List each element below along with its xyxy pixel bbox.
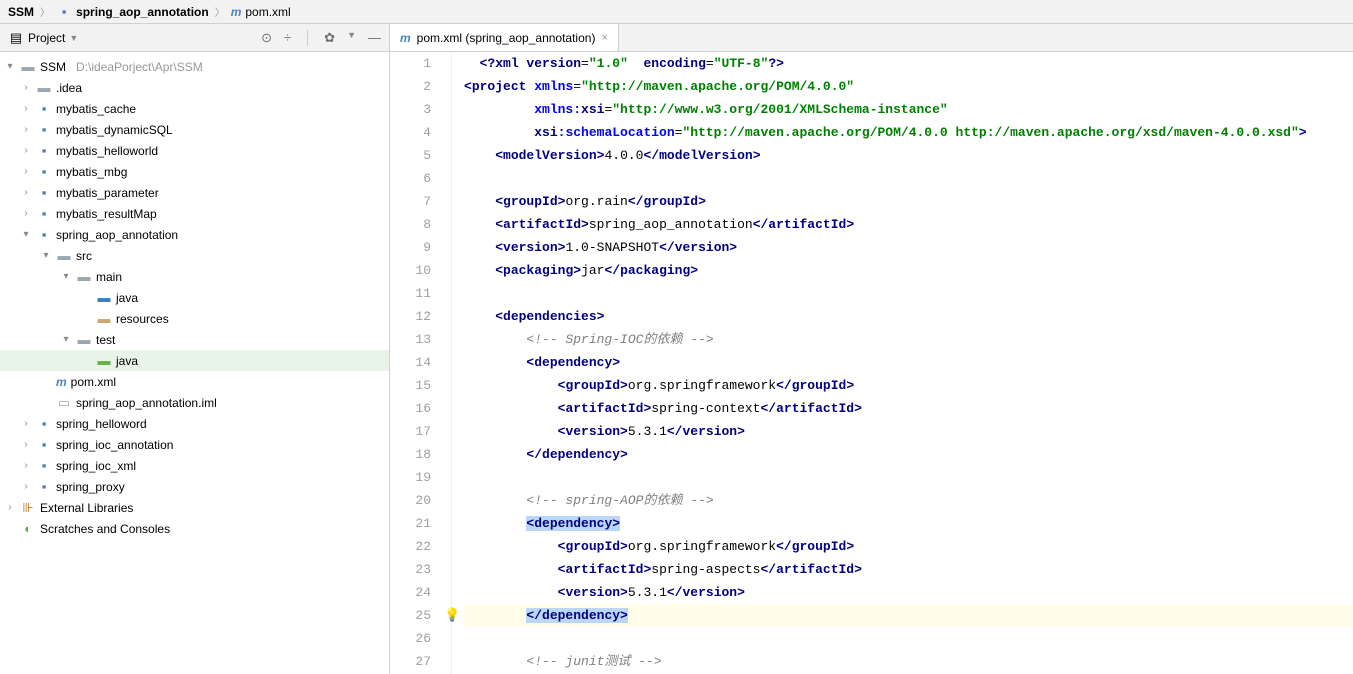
module-icon: ▪: [36, 437, 52, 452]
module-icon: ▪: [36, 206, 52, 221]
tree-node[interactable]: ›▪mybatis_helloworld: [0, 140, 389, 161]
tree-node[interactable]: ·▬java: [0, 287, 389, 308]
module-icon: ▪: [36, 227, 52, 242]
editor-area: m pom.xml (spring_aop_annotation) × 1 2 …: [390, 24, 1353, 674]
folder-icon: ▬: [76, 269, 92, 284]
tree-node[interactable]: ›▪mybatis_cache: [0, 98, 389, 119]
tree-node[interactable]: ›▪mybatis_resultMap: [0, 203, 389, 224]
tree-node[interactable]: ·▭spring_aop_annotation.iml: [0, 392, 389, 413]
tree-node[interactable]: ›▪mybatis_parameter: [0, 182, 389, 203]
module-icon: ▪: [36, 164, 52, 179]
module-icon: ▪: [36, 479, 52, 494]
test-folder-icon: ▬: [96, 353, 112, 368]
collapse-icon[interactable]: ÷: [284, 30, 291, 46]
folder-icon: ▬: [20, 59, 36, 74]
tree-node[interactable]: ›▬.idea: [0, 77, 389, 98]
locate-icon[interactable]: ⊙: [261, 30, 272, 46]
module-icon: ▪: [36, 122, 52, 137]
tree-node-scratches[interactable]: ·◐Scratches and Consoles: [0, 518, 389, 539]
folder-icon: ▬: [56, 248, 72, 263]
module-icon: ▪: [36, 101, 52, 116]
maven-icon: m: [400, 31, 411, 45]
tree-node-pom[interactable]: ·mpom.xml: [0, 371, 389, 392]
tree-node[interactable]: ▾▬main: [0, 266, 389, 287]
project-tool-window: ▤ Project ▼ ⊙ ÷ ✿ ▼ — ▾▬SSMD:\ideaPorjec…: [0, 24, 390, 674]
code-content[interactable]: <?xml version="1.0" encoding="UTF-8"?> <…: [452, 52, 1353, 674]
breadcrumb: SSM 〉 ▪spring_aop_annotation 〉 mpom.xml: [0, 0, 1353, 24]
maven-icon: m: [56, 375, 67, 389]
dropdown-icon: ▼: [69, 33, 78, 43]
tree-root[interactable]: ▾▬SSMD:\ideaPorject\Apr\SSM: [0, 56, 389, 77]
maven-icon: m: [231, 5, 242, 19]
module-icon: ▪: [36, 143, 52, 158]
libraries-icon: ⊪: [20, 500, 36, 516]
file-icon: ▭: [56, 395, 72, 411]
hide-icon[interactable]: —: [368, 30, 381, 46]
tree-node[interactable]: ›▪spring_ioc_xml: [0, 455, 389, 476]
breadcrumb-file[interactable]: mpom.xml: [231, 5, 291, 19]
tree-node[interactable]: ›▪spring_helloword: [0, 413, 389, 434]
chevron-right-icon: 〉: [40, 4, 50, 19]
tree-node[interactable]: ›▪spring_ioc_annotation: [0, 434, 389, 455]
module-icon: ▪: [36, 185, 52, 200]
tree-node[interactable]: ·▬resources: [0, 308, 389, 329]
folder-icon: ▬: [76, 332, 92, 347]
folder-icon: ▬: [36, 80, 52, 95]
project-header: ▤ Project ▼ ⊙ ÷ ✿ ▼ —: [0, 24, 389, 52]
tree-node[interactable]: ▾▬src: [0, 245, 389, 266]
module-icon: ▪: [36, 458, 52, 473]
bulb-icon[interactable]: 💡: [444, 604, 460, 627]
breadcrumb-root[interactable]: SSM: [8, 5, 34, 19]
tree-node[interactable]: ·▬java: [0, 350, 389, 371]
dropdown-icon: ▼: [347, 30, 356, 46]
tree-node-libraries[interactable]: ›⊪External Libraries: [0, 497, 389, 518]
scratches-icon: ◐: [20, 521, 36, 536]
module-icon: ▪: [36, 416, 52, 431]
tree-node[interactable]: ▾▬test: [0, 329, 389, 350]
project-tree[interactable]: ▾▬SSMD:\ideaPorject\Apr\SSM ›▬.idea ›▪my…: [0, 52, 389, 674]
code-editor[interactable]: 1 2 3 4 5 6 7 8 9 10 11 12 13 14 15 16 1…: [390, 52, 1353, 674]
tree-node[interactable]: ›▪mybatis_mbg: [0, 161, 389, 182]
resources-folder-icon: ▬: [96, 311, 112, 326]
close-icon[interactable]: ×: [601, 32, 607, 44]
editor-tabs: m pom.xml (spring_aop_annotation) ×: [390, 24, 1353, 52]
editor-tab[interactable]: m pom.xml (spring_aop_annotation) ×: [390, 24, 619, 51]
tree-node[interactable]: ›▪spring_proxy: [0, 476, 389, 497]
main-split: ▤ Project ▼ ⊙ ÷ ✿ ▼ — ▾▬SSMD:\ideaPorjec…: [0, 24, 1353, 674]
breadcrumb-module[interactable]: ▪spring_aop_annotation: [56, 4, 209, 19]
project-view-selector[interactable]: ▤ Project ▼: [8, 30, 261, 46]
settings-icon[interactable]: ✿: [324, 30, 335, 46]
tree-node[interactable]: ▾▪spring_aop_annotation: [0, 224, 389, 245]
chevron-right-icon: 〉: [215, 4, 225, 19]
project-icon: ▤: [8, 30, 24, 46]
module-icon: ▪: [56, 4, 72, 19]
source-folder-icon: ▬: [96, 290, 112, 305]
tree-node[interactable]: ›▪mybatis_dynamicSQL: [0, 119, 389, 140]
gutter: 1 2 3 4 5 6 7 8 9 10 11 12 13 14 15 16 1…: [390, 52, 452, 674]
